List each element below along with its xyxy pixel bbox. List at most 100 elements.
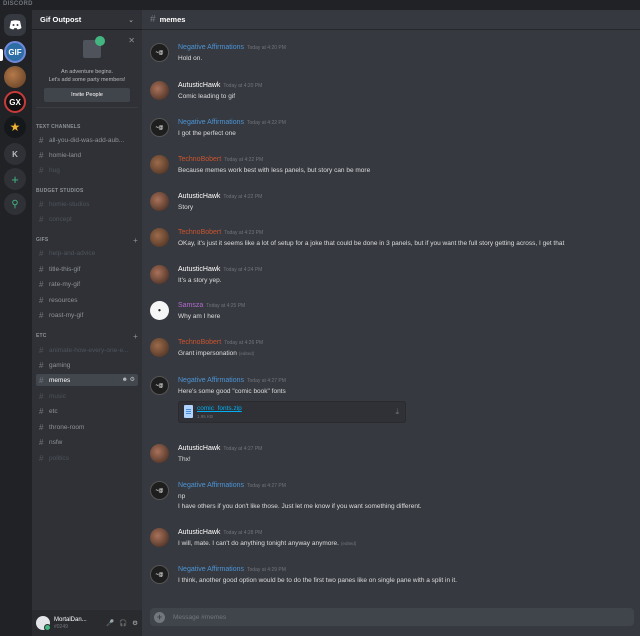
app-brand: DISCORD [3, 1, 33, 7]
avatar[interactable] [150, 192, 169, 211]
avatar[interactable] [150, 338, 169, 357]
invite-card: ✕ An adventure begins. Let's add some pa… [36, 30, 138, 108]
gear-icon[interactable]: ⚙ [132, 619, 138, 627]
channel-item[interactable]: # nsfw [36, 436, 138, 448]
download-icon[interactable]: ⤓ [395, 407, 399, 417]
category-text-channels[interactable]: TEXT CHANNELS [36, 122, 138, 132]
message-author[interactable]: AutusticHawk [178, 193, 220, 200]
server-gx[interactable]: GX [4, 91, 26, 113]
category-label: ETC [36, 333, 47, 339]
avatar[interactable] [150, 444, 169, 463]
channel-item[interactable]: # homie-studios [36, 198, 138, 210]
channel-sidebar: Gif Outpost ⌄ ✕ An adventure begins. Let… [32, 10, 142, 636]
category-gifs[interactable]: GIFS + [36, 235, 138, 245]
server-avatar[interactable] [4, 66, 26, 88]
channel-item[interactable]: # etc [36, 405, 138, 417]
server-gif-outpost[interactable]: GIF [4, 41, 26, 63]
avatar[interactable] [150, 228, 169, 247]
add-server-icon[interactable]: + [4, 168, 26, 190]
add-channel-icon[interactable]: + [133, 236, 138, 245]
message-author[interactable]: Negative Affirmations [178, 482, 244, 489]
channel-item[interactable]: # music [36, 390, 138, 402]
avatar[interactable] [150, 528, 169, 547]
attachment-link[interactable]: comic_fonts.zip [197, 405, 242, 412]
message-header: AutusticHawk Today at 4:27 PM [178, 445, 262, 452]
channel-item[interactable]: # roast-my-gif [36, 309, 138, 321]
message-text: Thx! [178, 456, 191, 463]
category-budget-studios[interactable]: BUDGET STUDIOS [36, 186, 138, 196]
channel-item[interactable]: # help-and-advice [36, 247, 138, 259]
message-author[interactable]: Samsza [178, 302, 203, 309]
discord-logo-icon[interactable] [4, 14, 26, 36]
microphone-icon[interactable]: 🎤 [106, 619, 114, 627]
message-timestamp: Today at 4:27 PM [247, 378, 286, 384]
message-header: AutusticHawk Today at 4:24 PM [178, 266, 262, 273]
invite-people-button[interactable]: Invite People [44, 88, 130, 102]
channel-item[interactable]: # gaming [36, 359, 138, 371]
message-author[interactable]: AutusticHawk [178, 266, 220, 273]
message-author[interactable]: AutusticHawk [178, 82, 220, 89]
channel-item[interactable]: # title-this-gif [36, 263, 138, 275]
hash-icon: # [39, 360, 44, 370]
user-controls: 🎤 🎧 ⚙ [106, 619, 138, 627]
channel-label: title-this-gif [49, 265, 81, 273]
channel-label: animate-how-every-one-e... [49, 346, 129, 354]
server-star-trek[interactable]: ★ [4, 116, 26, 138]
headphones-icon[interactable]: 🎧 [119, 619, 127, 627]
avatar[interactable] [150, 265, 169, 284]
channel-label: homie-studios [49, 200, 90, 208]
message-author[interactable]: Negative Affirmations [178, 377, 244, 384]
message-author[interactable]: Negative Affirmations [178, 44, 244, 51]
channel-item[interactable]: # animate-how-every-one-e... [36, 344, 138, 356]
server-header[interactable]: Gif Outpost ⌄ [32, 10, 142, 30]
gear-icon[interactable]: ⚙ [130, 377, 135, 383]
hash-icon: # [39, 310, 44, 320]
avatar[interactable]: ~@ [150, 565, 169, 584]
avatar[interactable]: ~@ [150, 43, 169, 62]
message-author[interactable]: AutusticHawk [178, 529, 220, 536]
channel-item[interactable]: # homie-land [36, 149, 138, 161]
message-header: Samsza Today at 4:25 PM [178, 302, 245, 309]
search-icon[interactable]: ⚲ [4, 193, 26, 215]
upload-plus-icon[interactable]: + [154, 611, 165, 623]
category-label: BUDGET STUDIOS [36, 188, 84, 194]
server-name: Gif Outpost [40, 15, 82, 24]
channel-label: roast-my-gif [49, 311, 84, 319]
message-timestamp: Today at 4:24 PM [223, 267, 263, 273]
add-member-icon[interactable]: ☻ [122, 377, 128, 383]
channel-item-active[interactable]: # memes ☻ ⚙ [36, 374, 138, 386]
channel-item[interactable]: # hug [36, 164, 138, 176]
avatar[interactable] [36, 616, 51, 631]
avatar[interactable]: ⚫ [150, 301, 169, 320]
message-input[interactable] [173, 613, 634, 621]
message-author[interactable]: TechnoBobert [178, 229, 221, 236]
channel-item[interactable]: # all-you-did-was-add-aub... [36, 134, 138, 146]
add-channel-icon[interactable]: + [133, 332, 138, 341]
close-icon[interactable]: ✕ [128, 36, 135, 45]
message-author[interactable]: Negative Affirmations [178, 566, 244, 573]
message-author[interactable]: TechnoBobert [178, 156, 221, 163]
message-header: Negative Affirmations Today at 4:29 PM [178, 566, 286, 573]
avatar[interactable]: ~@ [150, 481, 169, 500]
hash-icon: # [150, 14, 156, 25]
message-text: np [178, 493, 186, 500]
channel-item[interactable]: # throne-room [36, 421, 138, 433]
channel-label: gaming [49, 361, 71, 369]
message-author[interactable]: Negative Affirmations [178, 119, 244, 126]
avatar[interactable]: ~@ [150, 118, 169, 137]
message-text: Why am I here [178, 313, 221, 320]
message-author[interactable]: TechnoBobert [178, 339, 221, 346]
avatar[interactable]: ~@ [150, 376, 169, 395]
channel-tools: ☻ ⚙ [122, 376, 135, 383]
channel-item[interactable]: # resources [36, 294, 138, 306]
category-etc[interactable]: ETC + [36, 331, 138, 341]
channel-item[interactable]: # politics [36, 452, 138, 464]
message-author[interactable]: AutusticHawk [178, 445, 220, 452]
avatar[interactable] [150, 81, 169, 100]
message-header: TechnoBobert Today at 4:22 PM [178, 156, 263, 163]
server-k[interactable]: K [4, 143, 26, 165]
message-body: Grant impersonation (edited) [178, 349, 254, 359]
channel-item[interactable]: # concept [36, 213, 138, 225]
channel-item[interactable]: # rate-my-gif [36, 278, 138, 290]
avatar[interactable] [150, 155, 169, 174]
